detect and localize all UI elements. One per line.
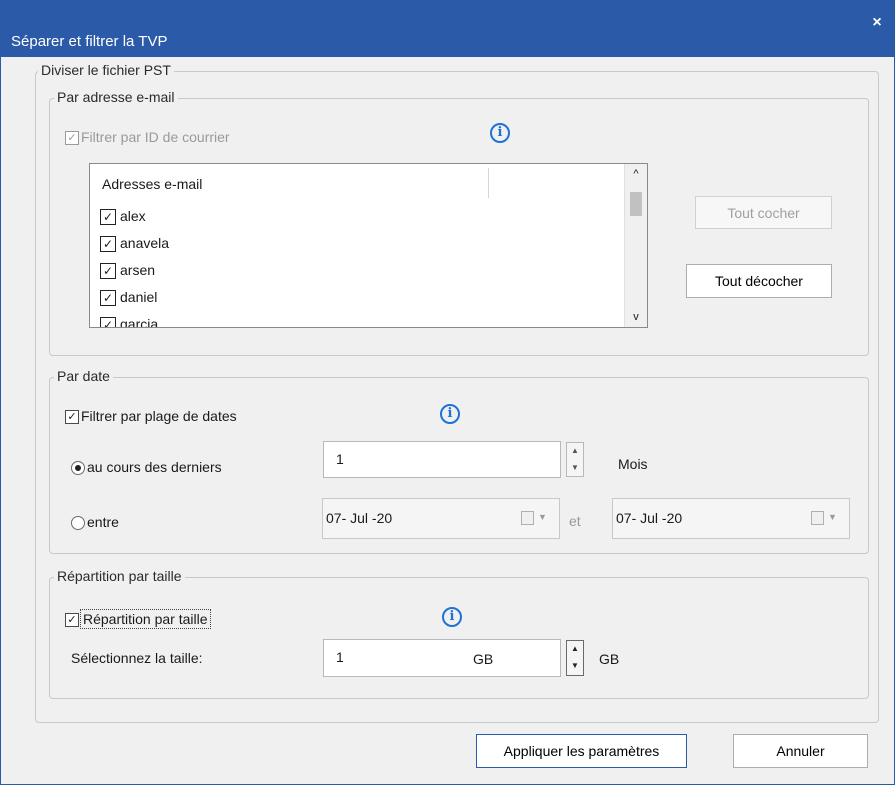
size-unit-label: GB xyxy=(599,651,620,667)
item-label: alex xyxy=(120,208,146,224)
item-label: anavela xyxy=(120,235,170,251)
uncheck-all-button[interactable]: Tout décocher xyxy=(686,264,832,298)
last-period-radio[interactable] xyxy=(71,461,85,475)
info-icon[interactable]: i xyxy=(442,607,462,627)
spin-up-icon[interactable]: ▲ xyxy=(567,641,583,658)
scroll-thumb[interactable] xyxy=(630,192,642,216)
spin-down-icon[interactable]: ▼ xyxy=(567,658,583,675)
between-radio[interactable] xyxy=(71,516,85,530)
calendar-icon[interactable] xyxy=(521,511,534,525)
item-checkbox[interactable]: ✓ xyxy=(100,209,116,225)
last-period-label: au cours des derniers xyxy=(87,459,222,475)
scroll-down-icon[interactable]: v xyxy=(625,311,647,323)
split-filter-dialog: Séparer et filtrer la TVP × Diviser le f… xyxy=(0,0,895,785)
dropdown-arrow-icon[interactable]: ▼ xyxy=(538,512,547,522)
size-input[interactable]: 1 GB xyxy=(323,639,561,677)
size-spinner[interactable]: ▲ ▼ xyxy=(566,640,584,676)
spin-down-icon[interactable]: ▼ xyxy=(567,460,583,477)
size-split-label: Répartition par taille xyxy=(80,609,211,629)
and-label: et xyxy=(569,513,581,529)
last-period-input[interactable]: 1 xyxy=(323,441,561,478)
item-checkbox[interactable]: ✓ xyxy=(100,263,116,279)
spin-up-icon[interactable]: ▲ xyxy=(567,443,583,460)
from-date-value: 07- Jul -20 xyxy=(326,510,393,526)
check-all-button[interactable]: Tout cocher xyxy=(695,196,832,229)
email-group-legend: Par adresse e-mail xyxy=(54,89,178,105)
select-size-label: Sélectionnez la taille: xyxy=(71,650,203,666)
date-filter-label: Filtrer par plage de dates xyxy=(81,408,237,424)
from-date-picker[interactable]: 07- Jul -20 ▼ xyxy=(322,498,560,539)
date-filter-checkbox[interactable]: ✓ xyxy=(65,410,79,424)
radio-selected-dot xyxy=(75,465,81,471)
scroll-up-icon[interactable]: ^ xyxy=(625,168,647,180)
date-group-legend: Par date xyxy=(54,368,113,384)
title-bar: Séparer et filtrer la TVP × xyxy=(1,1,894,57)
size-group-legend: Répartition par taille xyxy=(54,568,185,584)
period-unit-label: Mois xyxy=(618,456,648,472)
email-address-list[interactable]: Adresses e-mail ✓ alex ✓ anavela ✓ arsen… xyxy=(89,163,648,328)
list-scrollbar[interactable]: ^ v xyxy=(624,164,647,327)
filter-by-mail-label: Filtrer par ID de courrier xyxy=(81,129,230,145)
last-period-spinner[interactable]: ▲ ▼ xyxy=(566,442,584,477)
item-checkbox[interactable]: ✓ xyxy=(100,290,116,306)
email-list-header: Adresses e-mail xyxy=(102,176,203,192)
size-inner-unit: GB xyxy=(473,651,494,667)
dropdown-arrow-icon[interactable]: ▼ xyxy=(828,512,837,522)
filter-by-mail-checkbox[interactable]: ✓ xyxy=(65,131,79,145)
calendar-icon[interactable] xyxy=(811,511,824,525)
close-icon[interactable]: × xyxy=(866,12,888,34)
info-icon[interactable]: i xyxy=(440,404,460,424)
size-group: Répartition par taille xyxy=(49,568,869,699)
size-value: 1 xyxy=(336,649,344,665)
list-header-divider xyxy=(488,168,489,198)
item-label: garcia xyxy=(120,316,159,328)
item-checkbox[interactable]: ✓ xyxy=(100,317,116,327)
last-period-value: 1 xyxy=(336,451,344,467)
item-label: daniel xyxy=(120,289,158,305)
info-icon[interactable]: i xyxy=(490,123,510,143)
to-date-picker[interactable]: 07- Jul -20 ▼ xyxy=(612,498,850,539)
between-label: entre xyxy=(87,514,119,530)
to-date-value: 07- Jul -20 xyxy=(616,510,683,526)
item-checkbox[interactable]: ✓ xyxy=(100,236,116,252)
cancel-button[interactable]: Annuler xyxy=(733,734,868,768)
apply-settings-button[interactable]: Appliquer les paramètres xyxy=(476,734,687,768)
window-title: Séparer et filtrer la TVP xyxy=(11,33,168,50)
split-pst-legend: Diviser le fichier PST xyxy=(38,62,174,78)
size-split-checkbox[interactable]: ✓ xyxy=(65,613,79,627)
item-label: arsen xyxy=(120,262,156,278)
